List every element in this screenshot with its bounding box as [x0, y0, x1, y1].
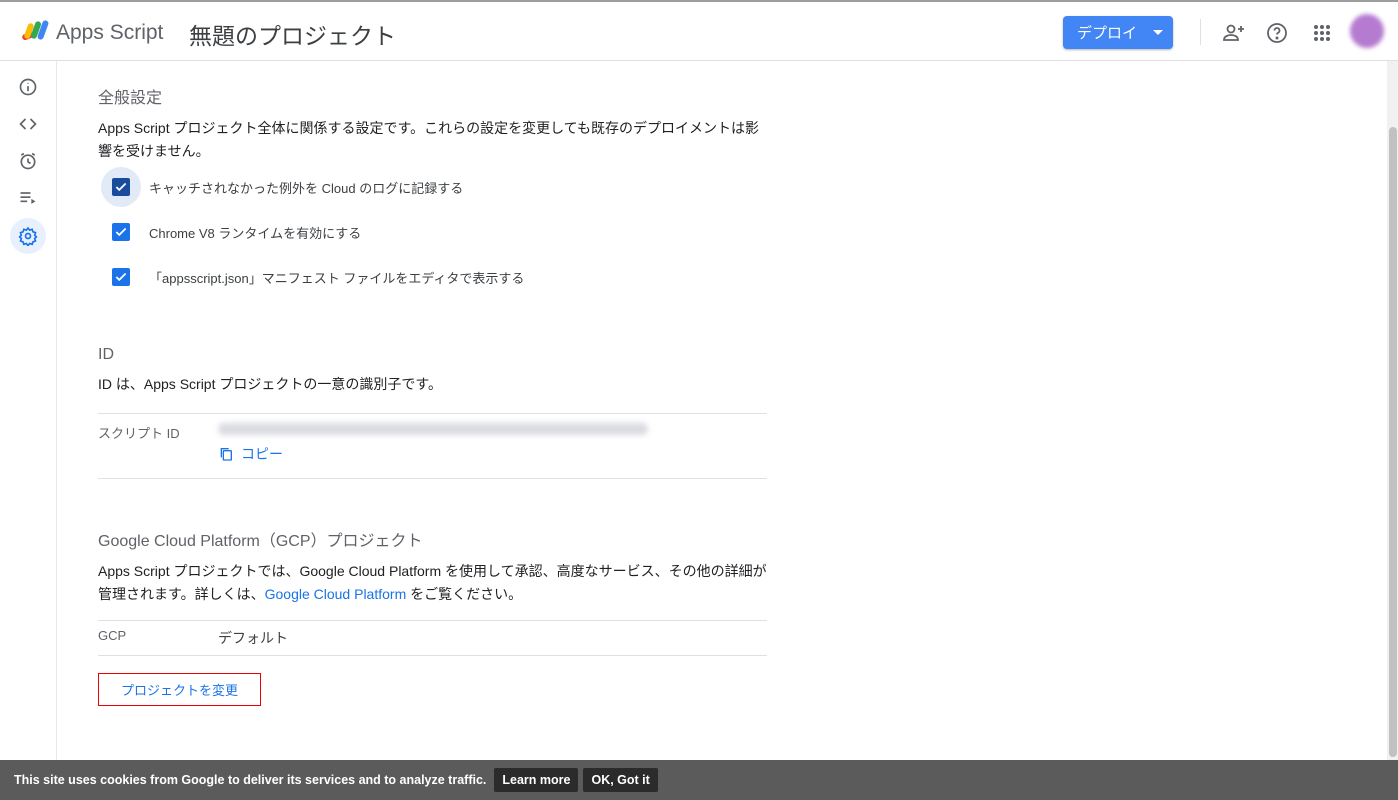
- gcp-label: GCP: [98, 628, 127, 643]
- gcp-title: Google Cloud Platform（GCP）プロジェクト: [98, 533, 423, 550]
- project-title[interactable]: 無題のプロジェクト: [189, 17, 396, 51]
- checkbox-log-exceptions[interactable]: キャッチされなかった例外を Cloud のログに記録する: [101, 167, 463, 207]
- cookie-message: This site uses cookies from Google to de…: [14, 773, 487, 787]
- script-id-value-blurred: [218, 423, 648, 435]
- gcp-desc-text: をご覧ください。: [406, 586, 523, 602]
- divider: [98, 478, 767, 479]
- gcp-description: Apps Script プロジェクトでは、Google Cloud Platfo…: [98, 560, 768, 606]
- settings-icon[interactable]: [10, 218, 46, 254]
- deploy-button[interactable]: デプロイ: [1063, 16, 1173, 49]
- divider: [98, 655, 767, 656]
- copy-icon: [220, 448, 232, 461]
- info-icon[interactable]: [10, 69, 46, 105]
- checkbox-label: 「appsscript.json」マニフェスト ファイルをエディタで表示する: [149, 270, 525, 286]
- general-settings-description: Apps Script プロジェクト全体に関係する設定です。これらの設定を変更し…: [98, 120, 759, 159]
- code-icon[interactable]: [10, 106, 46, 142]
- checkbox-checked-icon[interactable]: [112, 223, 130, 241]
- script-id-label: スクリプト ID: [98, 426, 180, 441]
- gcp-value: デフォルト: [218, 630, 288, 646]
- learn-more-button[interactable]: Learn more: [494, 768, 579, 792]
- ok-got-it-button[interactable]: OK, Got it: [583, 768, 658, 792]
- divider: [98, 413, 767, 414]
- checkbox-checked-icon[interactable]: [112, 178, 130, 196]
- copy-button[interactable]: コピー: [218, 444, 283, 464]
- avatar[interactable]: [1350, 14, 1384, 48]
- side-rail: [0, 61, 57, 761]
- top-bar: Apps Script 無題のプロジェクト デプロイ: [0, 0, 1398, 61]
- caret-down-icon: [1153, 30, 1164, 35]
- checkbox-label: Chrome V8 ランタイムを有効にする: [149, 225, 362, 241]
- app-name[interactable]: Apps Script: [56, 21, 163, 45]
- checkbox-v8-runtime[interactable]: Chrome V8 ランタイムを有効にする: [101, 212, 361, 252]
- scrollbar-thumb[interactable]: [1389, 127, 1397, 757]
- id-description: ID は、Apps Script プロジェクトの一意の識別子です。: [98, 376, 442, 392]
- help-icon[interactable]: [1265, 21, 1289, 45]
- apps-script-logo: [22, 20, 49, 41]
- checkbox-label: キャッチされなかった例外を Cloud のログに記録する: [149, 180, 464, 196]
- add-person-icon[interactable]: [1222, 21, 1246, 45]
- apps-grid-icon[interactable]: [1310, 21, 1334, 45]
- id-title: ID: [98, 346, 114, 363]
- cookie-banner: This site uses cookies from Google to de…: [0, 760, 1398, 800]
- divider: [98, 620, 767, 621]
- gcp-docs-link[interactable]: Google Cloud Platform: [265, 586, 407, 602]
- copy-label: コピー: [241, 446, 283, 462]
- clock-icon[interactable]: [10, 143, 46, 179]
- executions-icon[interactable]: [10, 180, 46, 216]
- change-project-button[interactable]: プロジェクトを変更: [98, 673, 261, 706]
- divider: [1200, 19, 1201, 45]
- checkbox-checked-icon[interactable]: [112, 268, 130, 286]
- checkbox-show-manifest[interactable]: 「appsscript.json」マニフェスト ファイルをエディタで表示する: [101, 257, 524, 297]
- general-settings-title: 全般設定: [98, 90, 163, 107]
- deploy-label: デプロイ: [1077, 25, 1138, 42]
